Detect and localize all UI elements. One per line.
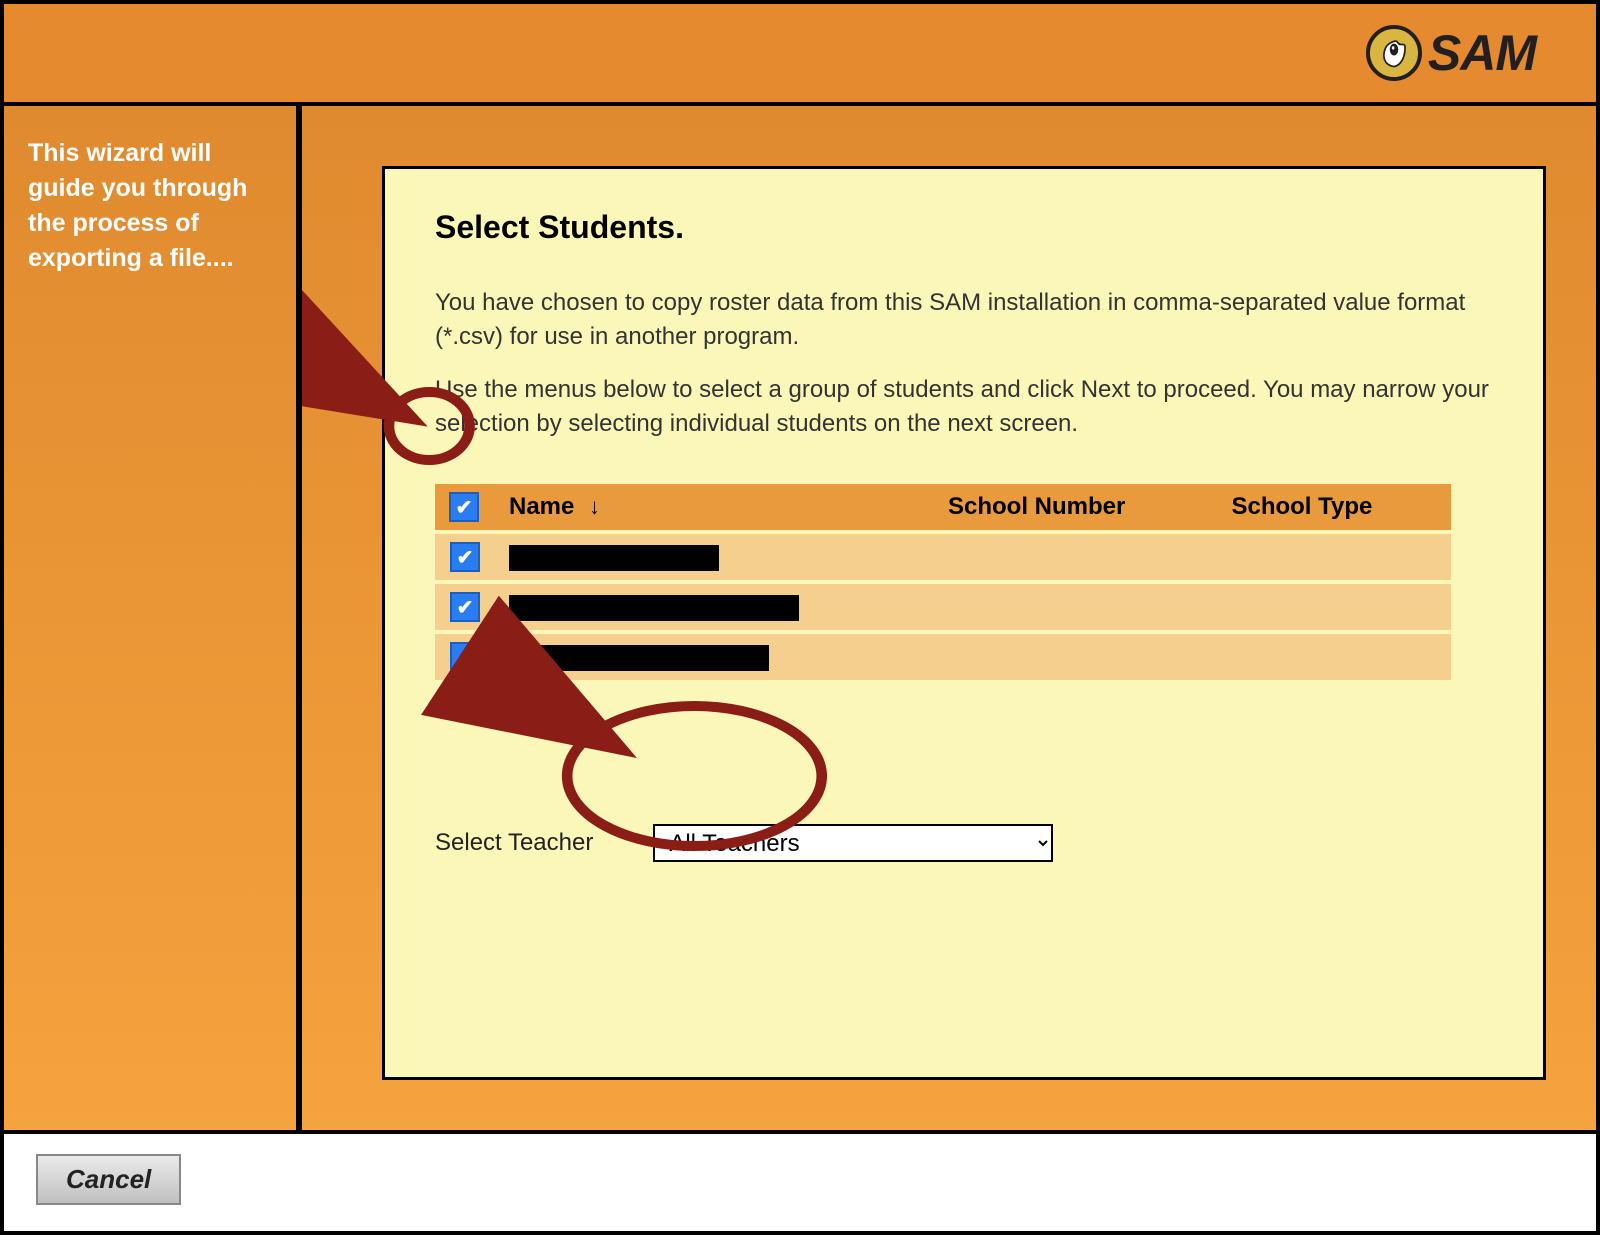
panel-intro-2: Use the menus below to select a group of… — [435, 373, 1493, 440]
select-teacher-row: Select Teacher All Teachers — [435, 824, 1493, 862]
redacted-name — [509, 595, 799, 621]
sort-descending-icon: ↓ — [589, 494, 600, 519]
logo: SAM — [1366, 24, 1536, 82]
name-column-header[interactable]: Name ↓ — [495, 484, 934, 530]
students-table-body: ✔ ✔ ✔ — [435, 534, 1451, 680]
select-all-header-cell: ✔ — [435, 484, 495, 530]
wizard-help-text: This wizard will guide you through the p… — [28, 139, 247, 272]
school-number-column-header[interactable]: School Number — [934, 484, 1217, 530]
row-checkbox[interactable]: ✔ — [450, 642, 480, 672]
row-checkbox[interactable]: ✔ — [450, 542, 480, 572]
panel-intro-1: You have chosen to copy roster data from… — [435, 286, 1493, 353]
content-outer: Select Students. You have chosen to copy… — [302, 106, 1596, 1130]
table-row: ✔ — [435, 584, 1451, 630]
select-teacher-label: Select Teacher — [435, 829, 593, 857]
row-checkbox[interactable]: ✔ — [450, 592, 480, 622]
redacted-name — [509, 545, 719, 571]
select-students-panel: Select Students. You have chosen to copy… — [382, 166, 1546, 1080]
wizard-help-sidebar: This wizard will guide you through the p… — [4, 106, 302, 1130]
select-all-checkbox[interactable]: ✔ — [449, 492, 479, 522]
sam-logo-icon — [1366, 25, 1422, 81]
cancel-button[interactable]: Cancel — [36, 1154, 181, 1205]
students-table: ✔ Name ↓ School Number School Type — [435, 480, 1451, 684]
footer-bar: Cancel — [4, 1130, 1596, 1231]
table-row: ✔ — [435, 534, 1451, 580]
redacted-name — [509, 645, 769, 671]
school-type-column-header[interactable]: School Type — [1217, 484, 1450, 530]
select-teacher-dropdown[interactable]: All Teachers — [653, 824, 1053, 862]
panel-title: Select Students. — [435, 209, 1493, 246]
logo-text: SAM — [1428, 24, 1536, 82]
main-area: This wizard will guide you through the p… — [4, 106, 1596, 1130]
header-bar: SAM — [4, 4, 1596, 106]
table-row: ✔ — [435, 634, 1451, 680]
app-frame: SAM This wizard will guide you through t… — [0, 0, 1600, 1235]
